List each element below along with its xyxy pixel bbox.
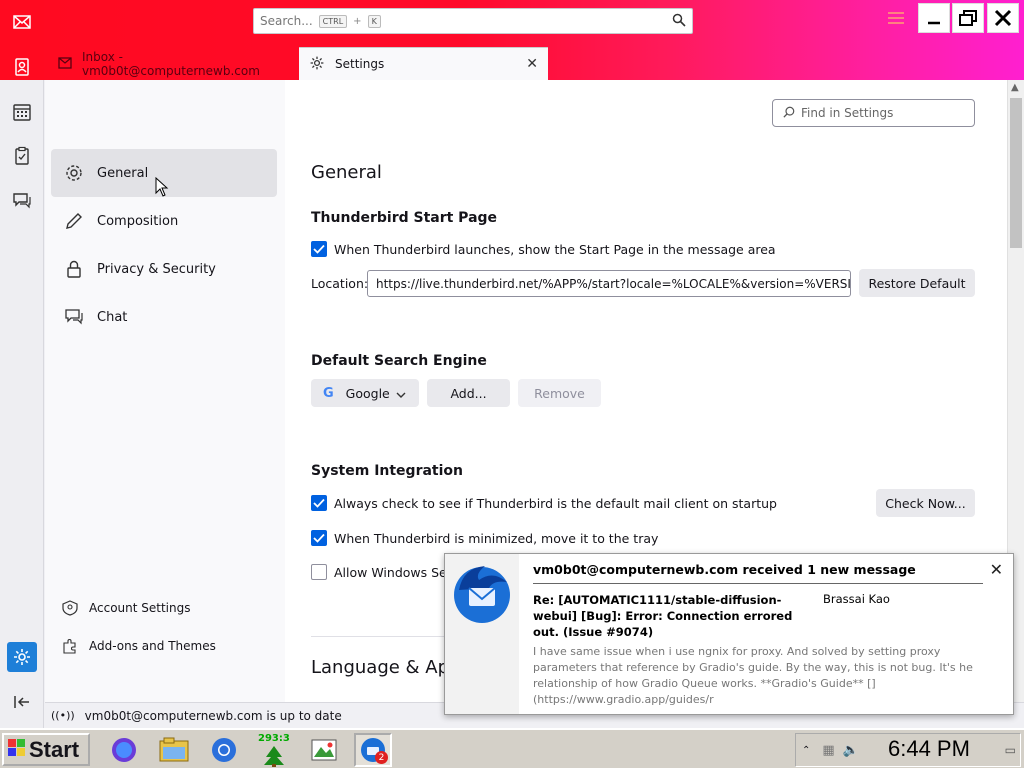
location-label: Location: xyxy=(311,276,369,291)
restore-button[interactable] xyxy=(952,3,984,33)
sidebar-item-composition[interactable]: Composition xyxy=(51,197,277,245)
thunderbird-logo-icon xyxy=(454,566,510,623)
start-button[interactable]: Start xyxy=(2,733,90,766)
start-page-heading: Thunderbird Start Page xyxy=(311,210,498,226)
minimize-tray-checkbox[interactable] xyxy=(311,530,327,546)
notification-subject: Re: [AUTOMATIC1111/stable-diffusion-webu… xyxy=(533,593,793,639)
addons-themes-link[interactable]: Add-ons and Themes xyxy=(61,634,216,658)
chevron-down-icon xyxy=(396,386,406,401)
notification-sender: Brassai Kao xyxy=(823,592,890,606)
find-in-settings-input[interactable]: Find in Settings xyxy=(772,99,975,127)
settings-sidebar: General Composition Privacy & Security C… xyxy=(45,80,285,702)
search-engine-select[interactable]: G Google xyxy=(311,379,419,407)
sidebar-item-label: Privacy & Security xyxy=(97,261,216,277)
image-viewer-icon[interactable] xyxy=(305,733,343,767)
tab-inbox-label: Inbox - vm0b0t@computernewb.com xyxy=(82,50,260,78)
new-mail-notification[interactable]: vm0b0t@computernewb.com received 1 new m… xyxy=(444,553,1014,715)
desktop-icon[interactable]: ▭ xyxy=(1005,743,1016,757)
notification-close-icon[interactable]: ✕ xyxy=(990,560,1003,579)
clock: 6:44 PM xyxy=(888,736,970,761)
add-search-engine-button[interactable]: Add... xyxy=(427,379,510,407)
tasks-icon[interactable] xyxy=(9,143,35,169)
collapse-icon[interactable] xyxy=(9,689,35,715)
address-book-icon[interactable] xyxy=(9,54,35,80)
file-manager-icon[interactable] xyxy=(155,733,193,767)
spaces-toolbar xyxy=(0,0,44,728)
counter-text: 293:3 xyxy=(258,733,290,744)
system-integration-heading: System Integration xyxy=(311,463,464,479)
account-settings-link[interactable]: Account Settings xyxy=(61,596,190,620)
online-status-icon: ((•)) xyxy=(51,709,75,722)
minimize-button[interactable] xyxy=(918,3,950,33)
gear-icon xyxy=(63,162,85,184)
windows-search-checkbox-row[interactable]: Allow Windows Sea xyxy=(311,564,454,580)
puzzle-icon xyxy=(61,637,79,655)
page-title: General xyxy=(311,162,382,183)
gear-icon xyxy=(309,55,325,74)
browser-circle-icon[interactable] xyxy=(105,733,143,767)
remove-search-engine-button[interactable]: Remove xyxy=(518,379,601,407)
tray-expand-icon[interactable]: ⌃ xyxy=(802,745,810,756)
check-now-button[interactable]: Check Now... xyxy=(876,489,975,517)
search-engine-heading: Default Search Engine xyxy=(311,353,487,369)
thunderbird-taskbar-icon[interactable]: 2 xyxy=(354,733,392,767)
volume-icon[interactable]: 🔈 xyxy=(843,743,859,758)
default-client-checkbox-row[interactable]: Always check to see if Thunderbird is th… xyxy=(311,495,777,511)
start-page-checkbox[interactable] xyxy=(311,241,327,257)
sidebar-item-label: Chat xyxy=(97,309,128,325)
sidebar-item-label: Composition xyxy=(97,213,179,229)
status-text: vm0b0t@computernewb.com is up to date xyxy=(84,708,342,723)
google-icon: G xyxy=(323,385,334,401)
mouse-cursor-icon xyxy=(155,177,169,197)
addons-themes-label: Add-ons and Themes xyxy=(89,639,216,653)
windows-search-checkbox[interactable] xyxy=(311,564,327,580)
settings-space-icon[interactable] xyxy=(7,642,37,672)
scroll-up-icon[interactable]: ▲ xyxy=(1011,82,1019,93)
taskbar: Start 293:3 2 ⌃ ▦ 🔈 ▭ 6:44 PM xyxy=(0,728,1024,768)
ctrl-key-hint: CTRL xyxy=(318,14,348,28)
chromium-icon[interactable] xyxy=(205,733,243,767)
tab-inbox[interactable]: Inbox - vm0b0t@computernewb.com xyxy=(50,50,290,78)
language-heading: Language & App xyxy=(311,657,461,678)
windows-logo-icon xyxy=(8,737,26,763)
notification-title: vm0b0t@computernewb.com received 1 new m… xyxy=(533,562,916,577)
tree-counter-icon[interactable]: 293:3 xyxy=(255,733,293,767)
restore-default-button[interactable]: Restore Default xyxy=(859,269,975,297)
pencil-icon xyxy=(63,210,85,232)
network-icon[interactable]: ▦ xyxy=(822,743,834,758)
notification-body: I have same issue when i use ngnix for p… xyxy=(533,645,973,706)
search-icon xyxy=(783,106,795,121)
chat-icon xyxy=(63,306,85,328)
search-icon xyxy=(672,13,686,30)
k-key-hint: K xyxy=(367,14,381,28)
location-input[interactable]: https://live.thunderbird.net/%APP%/start… xyxy=(367,270,851,297)
default-client-checkbox[interactable] xyxy=(311,495,327,511)
mail-tab-icon xyxy=(58,56,72,72)
lock-icon xyxy=(63,258,85,280)
account-settings-label: Account Settings xyxy=(89,601,191,615)
start-page-checkbox-row[interactable]: When Thunderbird launches, show the Star… xyxy=(311,241,776,257)
scrollbar-thumb[interactable] xyxy=(1010,98,1022,248)
sidebar-item-label: General xyxy=(97,165,149,181)
tab-settings[interactable]: Settings ✕ xyxy=(299,47,548,80)
sidebar-item-chat[interactable]: Chat xyxy=(51,293,277,341)
close-tab-icon[interactable]: ✕ xyxy=(526,56,538,72)
minimize-tray-checkbox-row[interactable]: When Thunderbird is minimized, move it t… xyxy=(311,530,658,546)
sidebar-item-privacy[interactable]: Privacy & Security xyxy=(51,245,277,293)
sidebar-item-general[interactable]: General xyxy=(51,149,277,197)
calendar-icon[interactable] xyxy=(9,99,35,125)
unread-badge: 2 xyxy=(375,751,388,764)
close-button[interactable] xyxy=(987,3,1019,33)
app-menu-icon[interactable] xyxy=(888,12,904,27)
account-icon xyxy=(61,599,79,617)
mail-icon[interactable] xyxy=(9,9,35,35)
global-search-input[interactable]: Search... CTRL + K xyxy=(253,8,693,34)
chat-space-icon[interactable] xyxy=(9,188,35,214)
tab-settings-label: Settings xyxy=(335,57,385,71)
